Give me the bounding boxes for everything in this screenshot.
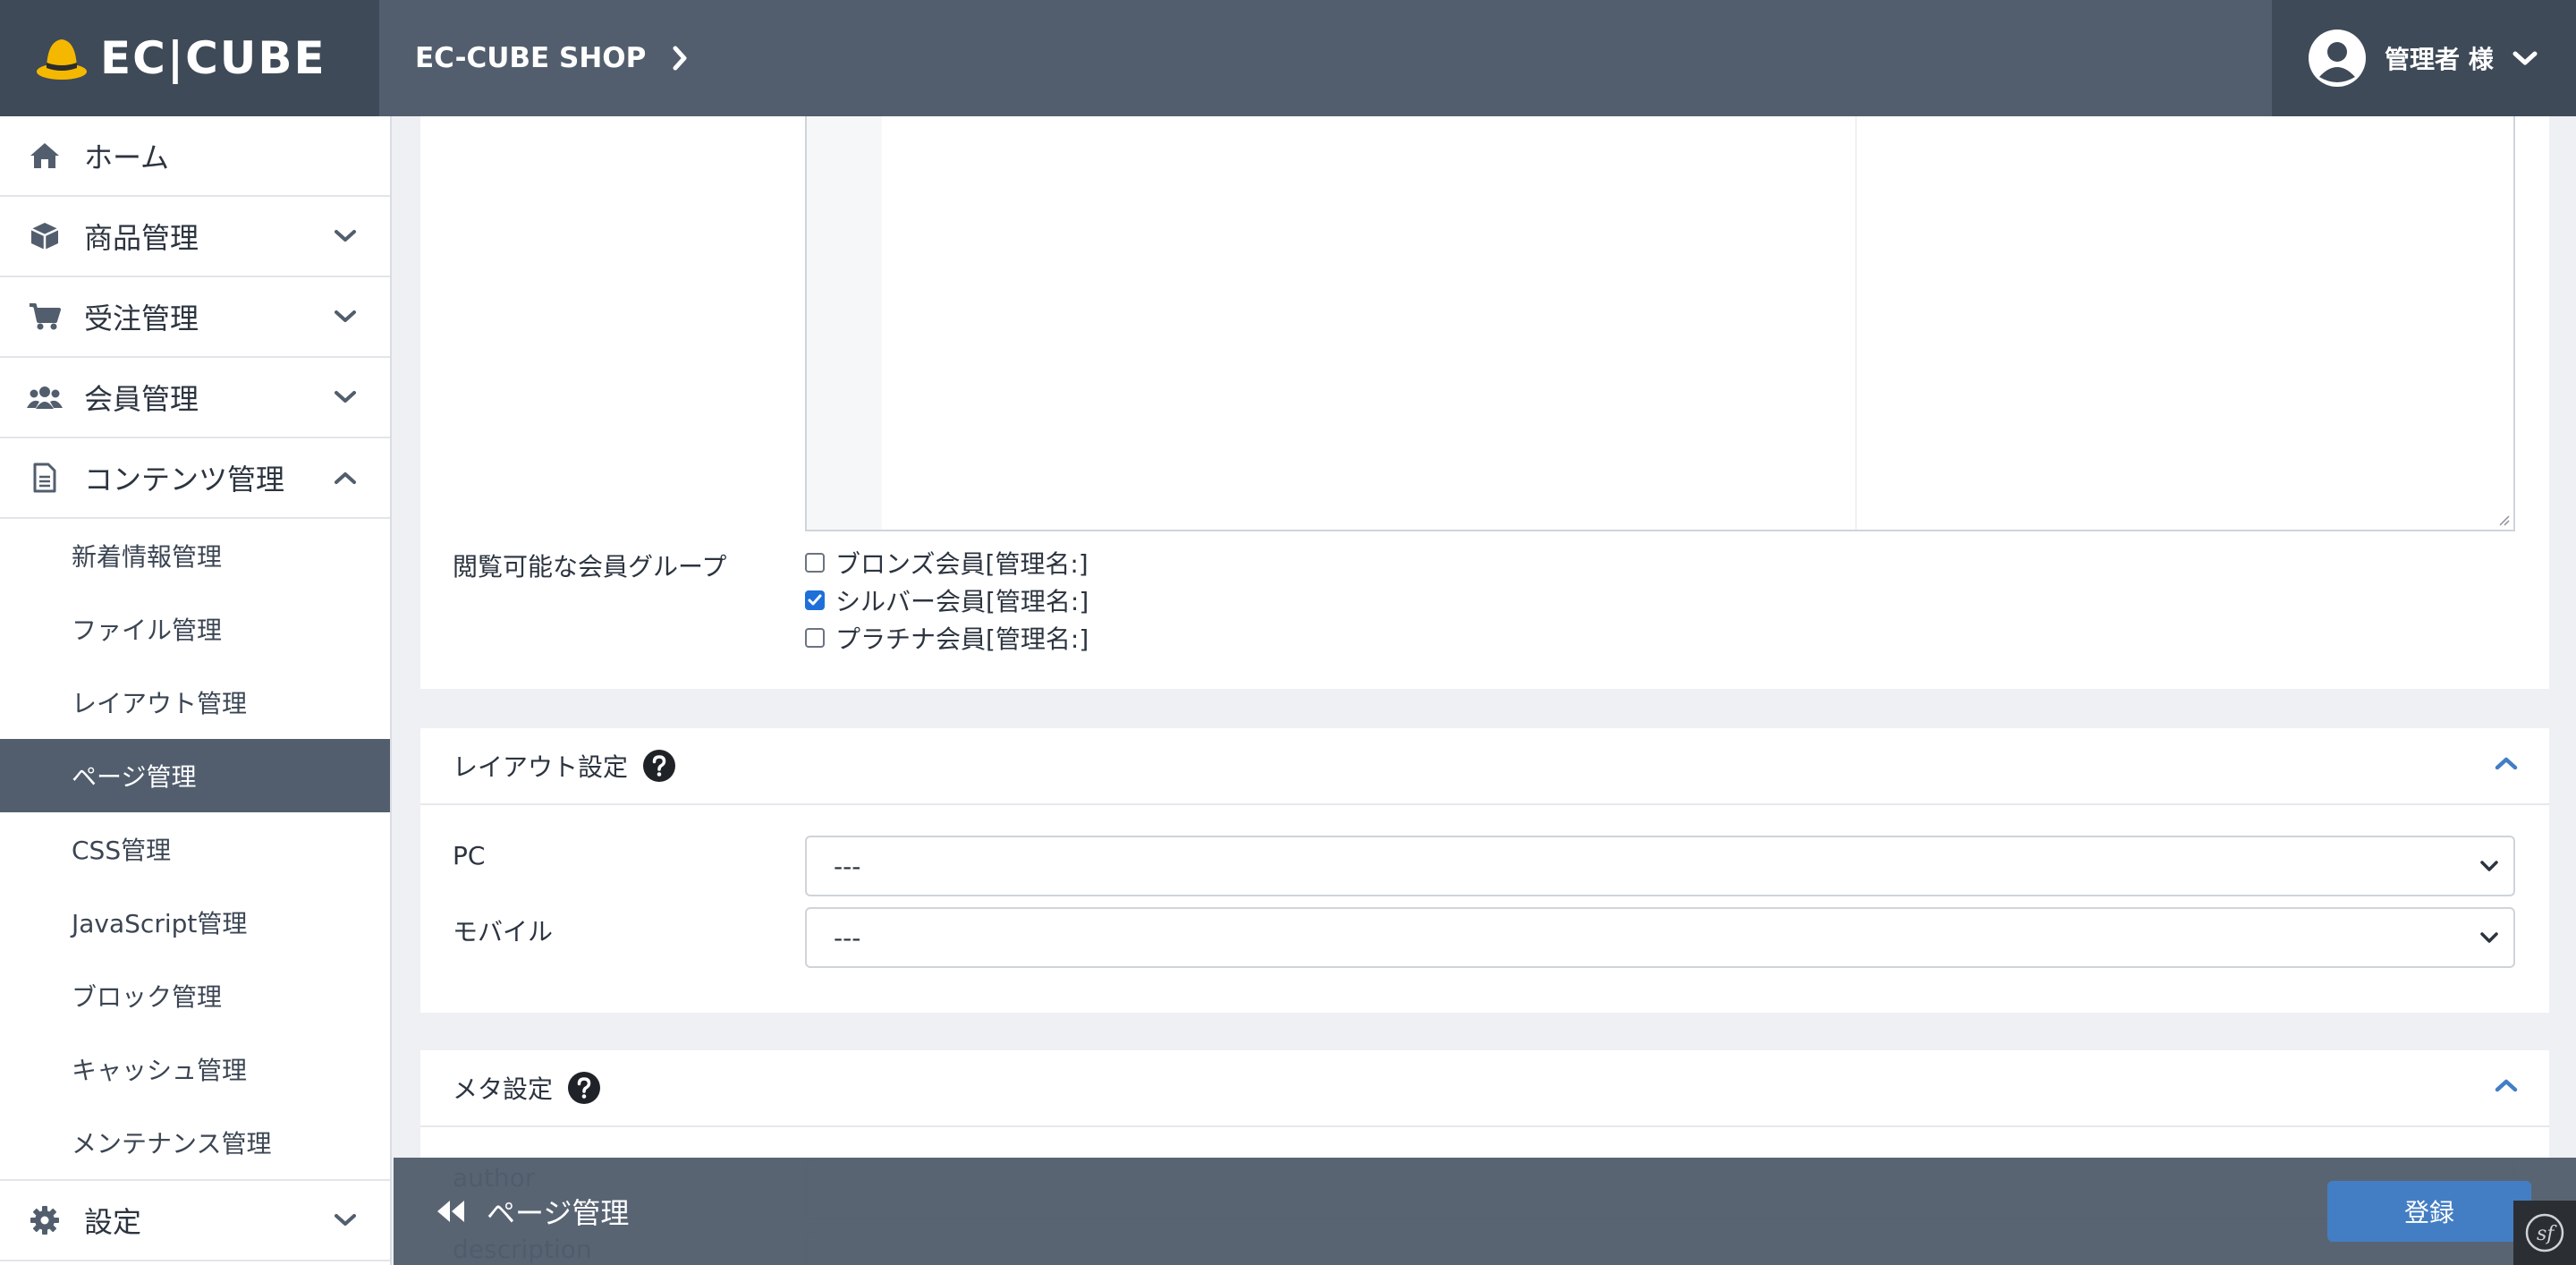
pc-layout-value: --- [834, 851, 861, 881]
sidebar-item-label: コンテンツ管理 [84, 463, 285, 497]
pc-layout-label: PC [453, 841, 486, 870]
checkbox-label: シルバー会員[管理名:] [835, 587, 1089, 616]
sidebar-item-home[interactable]: ホーム [0, 116, 390, 197]
back-link[interactable]: ページ管理 [435, 1191, 629, 1232]
sidebar-item-orders[interactable]: 受注管理 [0, 277, 390, 358]
chevron-up-icon [327, 471, 363, 485]
editor-print-margin [1855, 116, 1857, 530]
sidebar-subitem-pages[interactable]: ページ管理 [0, 739, 390, 812]
help-icon[interactable] [567, 1071, 601, 1105]
layout-settings-header[interactable]: レイアウト設定 [420, 728, 2549, 805]
shop-name: EC-CUBE SHOP [415, 42, 647, 74]
double-chevron-left-icon [437, 1201, 464, 1222]
cart-icon [27, 299, 63, 335]
user-name: 管理者 様 [2385, 45, 2494, 74]
sidebar-item-label: 会員管理 [84, 382, 199, 416]
member-group-option[interactable]: プラチナ会員[管理名:] [805, 619, 1089, 657]
sidebar-subitem-javascript[interactable]: JavaScript管理 [0, 886, 390, 959]
gear-icon [27, 1202, 63, 1238]
action-footer: ページ管理 登録 sf [394, 1158, 2576, 1265]
mobile-layout-label: モバイル [453, 917, 554, 947]
users-icon [27, 379, 63, 415]
editor-gutter [807, 116, 882, 530]
shop-link[interactable]: EC-CUBE SHOP [379, 42, 2272, 74]
sidebar-item-label: ホーム [84, 140, 170, 174]
svg-text:sf: sf [2537, 1223, 2557, 1245]
resize-handle-icon[interactable] [2497, 514, 2510, 526]
mobile-layout-value: --- [834, 922, 861, 953]
sidebar-subitem-news[interactable]: 新着情報管理 [0, 519, 390, 592]
chevron-down-icon [327, 229, 363, 243]
page-content-card: 閲覧可能な会員グループ ブロンズ会員[管理名:] シルバー会員[管理名:] プラ… [420, 116, 2549, 689]
sidebar-item-contents[interactable]: コンテンツ管理 [0, 438, 390, 519]
code-editor[interactable] [805, 116, 2515, 531]
file-icon [27, 460, 63, 496]
contents-submenu: 新着情報管理 ファイル管理 レイアウト管理 ページ管理 CSS管理 JavaSc… [0, 519, 390, 1181]
member-group-label: 閲覧可能な会員グループ [453, 552, 727, 582]
help-icon[interactable] [642, 749, 676, 783]
sidebar: ホーム 商品管理 受注管理 会員管理 コンテンツ管理 新着情報管理 ファイル管理… [0, 116, 392, 1265]
chevron-down-icon [327, 390, 363, 404]
chevron-down-icon [327, 310, 363, 324]
checkbox-platinum[interactable] [805, 628, 825, 648]
member-group-option[interactable]: シルバー会員[管理名:] [805, 582, 1089, 619]
brand-text: EC|CUBE [100, 32, 326, 84]
member-group-checkboxes: ブロンズ会員[管理名:] シルバー会員[管理名:] プラチナ会員[管理名:] [805, 544, 1089, 657]
sidebar-subitem-cache[interactable]: キャッシュ管理 [0, 1032, 390, 1106]
sidebar-subitem-files[interactable]: ファイル管理 [0, 592, 390, 666]
pc-layout-select[interactable]: --- [805, 836, 2515, 896]
layout-settings-title: レイアウト設定 [453, 752, 629, 782]
check-icon [808, 594, 822, 606]
sidebar-subitem-blocks[interactable]: ブロック管理 [0, 959, 390, 1032]
top-header: EC|CUBE EC-CUBE SHOP 管理者 様 [0, 0, 2576, 116]
chevron-down-icon [327, 1213, 363, 1227]
layout-settings-card: レイアウト設定 PC --- モバイル --- [420, 728, 2549, 1013]
chevron-down-icon [2480, 932, 2498, 943]
user-menu[interactable]: 管理者 様 [2272, 0, 2576, 116]
meta-settings-title: メタ設定 [453, 1074, 554, 1104]
sidebar-subitem-layout[interactable]: レイアウト管理 [0, 666, 390, 739]
sidebar-subitem-css[interactable]: CSS管理 [0, 812, 390, 886]
sidebar-item-label: 商品管理 [84, 221, 199, 255]
checkbox-label: ブロンズ会員[管理名:] [835, 549, 1089, 579]
user-avatar-icon [2309, 30, 2366, 87]
home-icon [27, 138, 63, 174]
sidebar-item-label: 受注管理 [84, 301, 199, 335]
checkbox-silver[interactable] [805, 590, 825, 610]
sidebar-subitem-maintenance[interactable]: メンテナンス管理 [0, 1106, 390, 1179]
chevron-down-icon [2480, 861, 2498, 871]
sidebar-item-label: 設定 [84, 1205, 142, 1239]
chevron-down-icon [2512, 51, 2538, 65]
register-button[interactable]: 登録 [2327, 1181, 2531, 1242]
mobile-layout-select[interactable]: --- [805, 907, 2515, 968]
back-label: ページ管理 [487, 1196, 630, 1230]
member-group-option[interactable]: ブロンズ会員[管理名:] [805, 544, 1089, 582]
symfony-toolbar-icon[interactable]: sf [2513, 1201, 2576, 1265]
sidebar-item-products[interactable]: 商品管理 [0, 197, 390, 277]
box-icon [27, 218, 63, 254]
hat-icon [37, 39, 87, 80]
chevron-up-icon[interactable] [2494, 755, 2519, 771]
sidebar-item-members[interactable]: 会員管理 [0, 358, 390, 438]
chevron-right-icon [673, 46, 687, 71]
meta-settings-header[interactable]: メタ設定 [420, 1050, 2549, 1127]
brand-logo[interactable]: EC|CUBE [0, 0, 379, 116]
sidebar-item-settings[interactable]: 設定 [0, 1181, 390, 1261]
checkbox-bronze[interactable] [805, 553, 825, 573]
chevron-up-icon[interactable] [2494, 1077, 2519, 1093]
checkbox-label: プラチナ会員[管理名:] [835, 624, 1089, 654]
